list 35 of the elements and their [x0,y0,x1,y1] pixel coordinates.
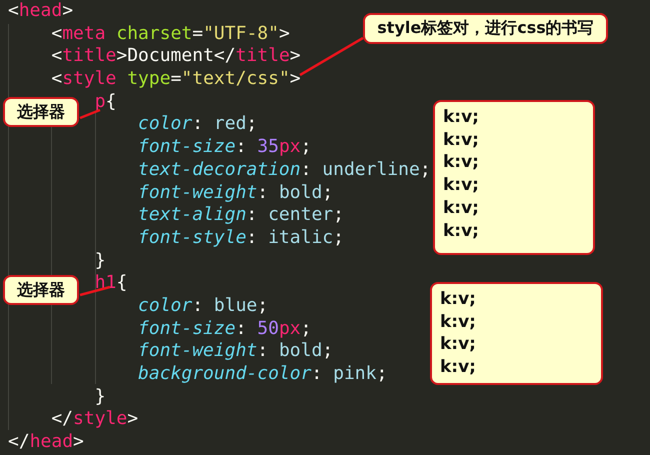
code-line: } [94,250,106,271]
code-line: } [94,386,106,407]
callout-line: k:v; [440,310,476,334]
code-line: <title>Document</title> [51,45,301,66]
code-line: text-align: center; [138,204,344,226]
code-line: text-decoration: underline; [138,158,431,180]
code-line: color: blue; [138,294,268,316]
callout-line: k:v; [443,196,479,220]
code-line: font-size: 50px; [138,318,312,339]
code-line: color: red; [138,113,258,134]
callout-line: k:v; [440,333,476,356]
callout-line: k:v; [443,151,479,174]
leader-line [299,36,364,76]
code-line: </style> [51,408,138,430]
callout: 选择器 [3,275,79,305]
code-line: <style type="text/css"> [51,68,301,90]
callout-line: k:v; [443,220,479,242]
code-line: p{ [94,90,116,112]
code-line: h1{ [94,272,128,294]
code-line: <head> [8,0,74,21]
leader-line [80,108,100,120]
callout-line: k:v; [440,356,476,379]
code-line: <meta charset="UTF-8"> [51,22,290,44]
code-line: font-style: italic; [138,226,344,248]
code-line: font-weight: bold; [138,340,334,362]
code-line: background-color: pink; [138,363,388,384]
code-line: </head> [8,431,84,452]
callout-line: k:v; [443,106,479,129]
callout: style标签对，进行css的书写 [363,13,608,44]
callout: 选择器 [3,97,79,127]
callout-line: k:v; [443,128,479,152]
code-line: font-size: 35px; [138,136,312,158]
callout-line: k:v; [440,288,476,311]
callout-line: k:v; [443,174,479,197]
code-line: font-weight: bold; [138,182,334,202]
